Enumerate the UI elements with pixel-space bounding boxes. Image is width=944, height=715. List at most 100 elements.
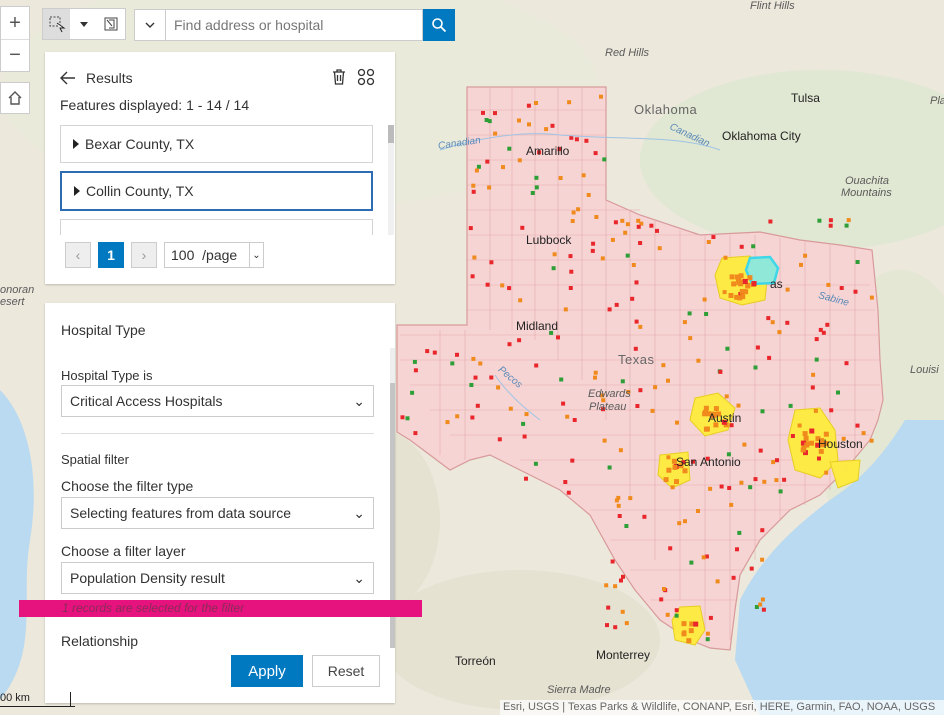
hospital-marker[interactable]	[552, 252, 557, 257]
hospital-marker[interactable]	[500, 283, 505, 288]
hospital-marker[interactable]	[634, 319, 639, 324]
hospital-marker[interactable]	[550, 123, 555, 128]
hospital-marker[interactable]	[471, 189, 476, 194]
hospital-marker[interactable]	[616, 503, 621, 508]
zoom-in-button[interactable]: +	[1, 7, 29, 39]
hospital-marker[interactable]	[869, 295, 874, 300]
hospital-marker[interactable]	[489, 375, 494, 380]
hospital-marker[interactable]	[719, 484, 724, 489]
hospital-marker[interactable]	[751, 244, 756, 249]
hospital-marker[interactable]	[526, 103, 531, 108]
hospital-marker[interactable]	[614, 302, 619, 307]
hospital-marker[interactable]	[478, 361, 483, 366]
hospital-marker[interactable]	[683, 519, 687, 524]
hospital-marker[interactable]	[809, 428, 815, 434]
hospital-marker[interactable]	[753, 477, 758, 482]
hospital-marker[interactable]	[665, 612, 670, 617]
hospital-marker[interactable]	[662, 587, 666, 591]
hospital-marker[interactable]	[481, 110, 485, 115]
hospital-marker[interactable]	[620, 609, 625, 614]
hospital-marker[interactable]	[770, 320, 775, 325]
hospital-marker[interactable]	[471, 356, 476, 361]
hospital-marker[interactable]	[593, 375, 597, 380]
hospital-marker[interactable]	[670, 485, 675, 490]
hospital-marker[interactable]	[869, 438, 874, 443]
hospital-marker[interactable]	[767, 355, 772, 360]
hospital-marker[interactable]	[613, 220, 618, 225]
hospital-marker[interactable]	[469, 383, 474, 387]
back-arrow-icon[interactable]	[60, 71, 76, 85]
hospital-marker[interactable]	[811, 372, 816, 377]
hospital-marker[interactable]	[682, 468, 688, 474]
hospital-marker[interactable]	[493, 131, 498, 136]
hospital-marker[interactable]	[425, 349, 430, 354]
hospital-marker[interactable]	[638, 324, 643, 329]
hospital-marker[interactable]	[723, 255, 728, 260]
hospital-marker[interactable]	[736, 403, 741, 408]
reset-button[interactable]: Reset	[312, 655, 380, 687]
result-item-bexar[interactable]: Bexar County, TX	[60, 125, 373, 163]
results-scrollbar[interactable]	[388, 125, 394, 235]
filter-layer-select[interactable]: Population Density result ⌄	[61, 562, 374, 594]
hospital-marker[interactable]	[412, 359, 417, 364]
hospital-marker[interactable]	[800, 447, 806, 453]
hospital-marker[interactable]	[518, 298, 523, 303]
hospital-marker[interactable]	[814, 357, 819, 362]
hospital-marker[interactable]	[666, 467, 672, 473]
hospital-marker[interactable]	[400, 415, 405, 420]
hospital-marker[interactable]	[613, 584, 618, 589]
hospital-marker[interactable]	[701, 555, 706, 560]
hospital-marker[interactable]	[760, 528, 765, 533]
hospital-marker[interactable]	[455, 414, 460, 419]
hospital-marker[interactable]	[814, 337, 819, 342]
hospital-marker[interactable]	[485, 159, 490, 164]
hospital-marker[interactable]	[620, 218, 625, 223]
hospital-marker[interactable]	[735, 547, 739, 552]
search-button[interactable]	[423, 9, 455, 41]
hospital-marker[interactable]	[633, 346, 638, 351]
hospital-marker[interactable]	[602, 438, 607, 443]
hospital-marker[interactable]	[410, 390, 415, 395]
hospital-marker[interactable]	[625, 253, 630, 258]
hospital-marker[interactable]	[825, 322, 830, 327]
scrollbar-thumb[interactable]	[388, 125, 394, 143]
hospital-marker[interactable]	[630, 296, 635, 301]
hospital-marker[interactable]	[473, 375, 478, 380]
trash-icon[interactable]	[331, 68, 347, 86]
hospital-marker[interactable]	[475, 403, 480, 408]
hospital-marker[interactable]	[522, 434, 527, 439]
hospital-marker[interactable]	[818, 327, 823, 332]
hospital-marker[interactable]	[661, 363, 666, 368]
hospital-marker[interactable]	[485, 282, 490, 287]
hospital-marker[interactable]	[736, 277, 741, 283]
hospital-marker[interactable]	[623, 230, 628, 235]
hospital-marker[interactable]	[708, 615, 713, 620]
grid-view-icon[interactable]	[357, 68, 375, 86]
hospital-marker[interactable]	[544, 127, 549, 132]
home-button[interactable]	[0, 82, 30, 114]
hospital-marker[interactable]	[853, 289, 858, 294]
hospital-marker[interactable]	[613, 625, 618, 630]
hospital-marker[interactable]	[638, 241, 643, 245]
zoom-out-button[interactable]: −	[1, 39, 29, 71]
hospital-marker[interactable]	[445, 420, 450, 425]
hospital-marker[interactable]	[594, 215, 599, 219]
hospital-marker[interactable]	[657, 246, 662, 251]
hospital-marker[interactable]	[551, 266, 556, 271]
page-size-select[interactable]: 100 /page ⌄	[164, 242, 264, 268]
hospital-marker[interactable]	[674, 479, 679, 485]
hospital-marker[interactable]	[777, 330, 782, 335]
hospital-marker[interactable]	[809, 440, 815, 446]
hospital-marker[interactable]	[642, 514, 647, 519]
hospital-marker[interactable]	[508, 406, 513, 411]
hospital-marker[interactable]	[471, 183, 476, 188]
hospital-marker[interactable]	[455, 352, 459, 357]
search-input[interactable]	[166, 9, 423, 41]
filter-type-select[interactable]: Selecting features from data source ⌄	[61, 497, 374, 529]
hospital-marker[interactable]	[631, 263, 636, 267]
hospital-marker[interactable]	[799, 262, 803, 267]
hospital-marker[interactable]	[666, 378, 670, 383]
hospital-marker[interactable]	[686, 638, 692, 644]
hospital-marker[interactable]	[761, 607, 766, 612]
hospital-marker[interactable]	[666, 455, 671, 460]
